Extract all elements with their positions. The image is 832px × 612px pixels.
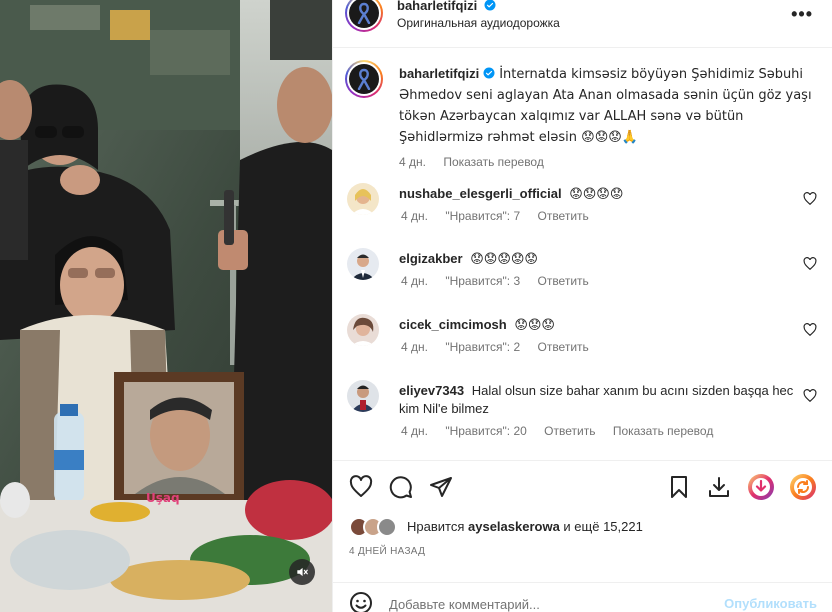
comment-age: 4 дн. — [401, 424, 428, 438]
comment-text: 😟😟😟 — [514, 318, 555, 333]
comment-avatar[interactable] — [347, 183, 379, 215]
comment-username[interactable]: cicek_cimcimosh — [399, 317, 507, 332]
comment-age: 4 дн. — [401, 340, 428, 354]
comment-likes[interactable]: "Нравится": 20 — [445, 424, 527, 438]
comment-text-block: cicek_cimcimosh 😟😟😟 — [399, 316, 799, 335]
ribbon-icon — [357, 68, 371, 90]
reply-button[interactable]: Ответить — [544, 424, 595, 438]
download-circle-icon[interactable] — [747, 473, 775, 501]
bookmark-icon[interactable] — [667, 475, 691, 499]
comment-text-block: nushabe_elesgerli_official 😟😟😟😟 — [399, 185, 799, 204]
comments-section[interactable]: baharletifqizi İnternatda kimsəsiz böyüyə… — [333, 48, 832, 460]
author-avatar[interactable] — [345, 0, 383, 32]
post-date: 4 ДНЕЙ НАЗАД — [349, 546, 426, 557]
download-icon[interactable] — [707, 475, 731, 499]
heart-icon[interactable] — [349, 475, 373, 499]
comment-avatar[interactable] — [347, 248, 379, 280]
reply-button[interactable]: Ответить — [537, 209, 588, 223]
emoji-icon[interactable] — [349, 591, 373, 612]
avatar-image — [351, 189, 375, 215]
video-frame — [0, 0, 332, 612]
reply-button[interactable]: Ответить — [537, 274, 588, 288]
caption-username[interactable]: baharletifqizi — [399, 66, 479, 81]
avatar-image — [351, 254, 375, 280]
more-icon[interactable]: ••• — [791, 4, 813, 25]
comment-username[interactable]: elgizakber — [399, 251, 463, 266]
mute-icon — [297, 567, 308, 577]
comment-username[interactable]: eliyev7343 — [399, 383, 464, 398]
avatar-image — [351, 385, 375, 412]
frame-caption: Uşaq — [146, 491, 180, 505]
heart-icon[interactable] — [803, 389, 817, 403]
comment-avatar[interactable] — [347, 380, 379, 412]
comment-text: 😟😟😟😟 — [569, 187, 624, 202]
comment-meta: 4 дн. "Нравится": 3 Ответить — [401, 274, 603, 288]
refresh-circle-icon[interactable] — [789, 473, 817, 501]
heart-icon[interactable] — [803, 192, 817, 206]
audio-track-link[interactable]: Оригинальная аудиодорожка — [397, 16, 560, 30]
comment-username[interactable]: nushabe_elesgerli_official — [399, 186, 562, 201]
likes-count[interactable]: Нравится ayselaskerowa и ещё 15,221 — [407, 519, 643, 534]
verified-badge-icon — [484, 0, 496, 11]
comment-input[interactable] — [389, 594, 709, 612]
avatar-image — [351, 317, 375, 346]
comment-likes[interactable]: "Нравится": 2 — [445, 340, 520, 354]
comment-avatar[interactable] — [347, 314, 379, 346]
post-header: baharletifqizi Оригинальная аудиодорожка… — [333, 0, 832, 48]
translate-button[interactable]: Показать перевод — [613, 424, 714, 438]
publish-button[interactable]: Опубликовать — [724, 596, 817, 611]
likes-suffix: и ещё 15,221 — [563, 519, 643, 534]
comment-age: 4 дн. — [401, 209, 428, 223]
caption-avatar[interactable] — [345, 60, 383, 98]
comment-likes[interactable]: "Нравится": 3 — [445, 274, 520, 288]
comment-meta: 4 дн. "Нравится": 2 Ответить — [401, 340, 603, 354]
caption-text-block: baharletifqizi İnternatda kimsəsiz böyüyə… — [399, 64, 815, 148]
author-username-text: baharletifqizi — [397, 0, 478, 13]
comment-likes[interactable]: "Нравится": 7 — [445, 209, 520, 223]
likes-prefix: Нравится — [407, 519, 465, 534]
comment-meta: 4 дн. "Нравится": 7 Ответить — [401, 209, 603, 223]
comment-meta: 4 дн. "Нравится": 20 Ответить Показать п… — [401, 424, 727, 438]
post-video[interactable]: Uşaq — [0, 0, 332, 612]
verified-badge-icon — [483, 67, 495, 79]
send-icon[interactable] — [429, 475, 453, 499]
caption-age: 4 дн. — [399, 155, 426, 169]
author-username[interactable]: baharletifqizi — [397, 0, 496, 13]
action-bar — [333, 460, 832, 512]
liker-avatar — [377, 517, 397, 537]
heart-icon[interactable] — [803, 323, 817, 337]
comment-text-block: eliyev7343 Halal olsun size bahar xanım … — [399, 382, 799, 418]
mute-button[interactable] — [289, 559, 315, 585]
add-comment-bar: Опубликовать — [333, 582, 832, 612]
likes-summary: Нравится ayselaskerowa и ещё 15,221 — [349, 515, 819, 537]
post-panel: baharletifqizi Оригинальная аудиодорожка… — [332, 0, 832, 612]
heart-icon[interactable] — [803, 257, 817, 271]
comment-text: 😟😟😟😟😟 — [470, 252, 538, 267]
ribbon-icon — [357, 2, 371, 24]
translate-button[interactable]: Показать перевод — [443, 155, 544, 169]
comment-age: 4 дн. — [401, 274, 428, 288]
reply-button[interactable]: Ответить — [537, 340, 588, 354]
comment-icon[interactable] — [389, 475, 413, 499]
likes-user[interactable]: ayselaskerowa — [468, 519, 560, 534]
caption-meta: 4 дн. Показать перевод — [399, 155, 558, 169]
comment-text-block: elgizakber 😟😟😟😟😟 — [399, 250, 799, 269]
